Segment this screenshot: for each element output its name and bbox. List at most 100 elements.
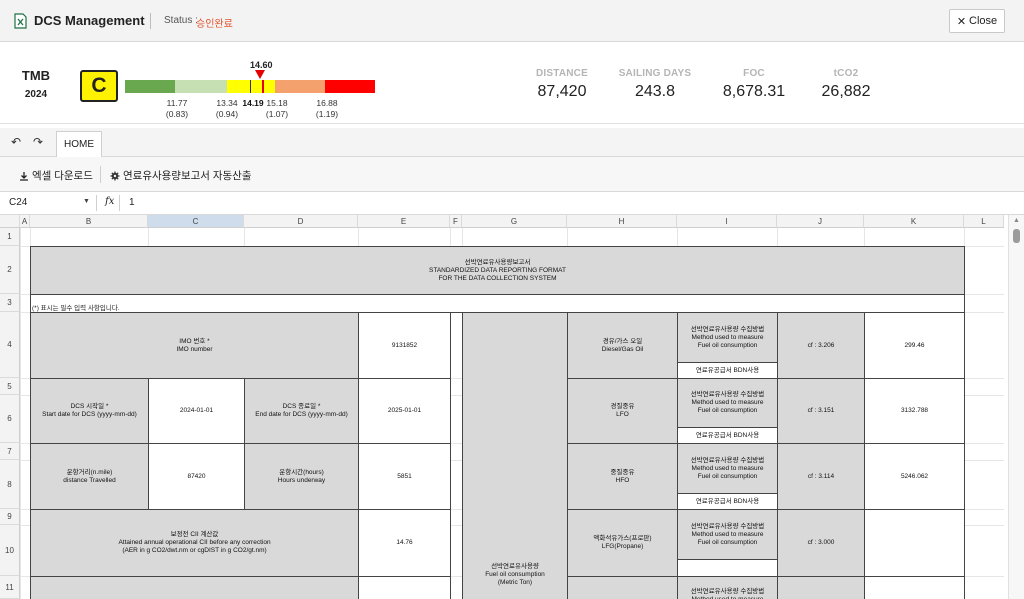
formula-input[interactable]: 1 [129, 197, 135, 208]
row-header-8[interactable]: 8 [0, 460, 20, 509]
fuel-value-cell[interactable]: 299.46 [864, 312, 965, 379]
grid-line [20, 228, 21, 599]
chevron-down-icon[interactable]: ▼ [83, 198, 90, 205]
fuel-method-cell[interactable]: 선박연료유사용량 수집방법 Method used to measure Fuel … [677, 312, 778, 363]
next-value-cell[interactable] [358, 576, 451, 599]
row-header-2[interactable]: 2 [0, 246, 20, 294]
fuel-method-value-cell[interactable]: 연료유공급서 BDN사용 [677, 427, 778, 444]
end-date-value-cell[interactable]: 2025-01-01 [358, 378, 451, 444]
next-label-cell[interactable] [30, 576, 359, 599]
scroll-thumb[interactable] [1013, 229, 1020, 243]
excel-download-button[interactable]: 엑셀 다운로드 [19, 168, 93, 183]
tick-ratio: (0.83) [165, 109, 189, 119]
fuel-method-cell[interactable]: 선박연료유사용량 수집방법 Method used to measure Fuel … [677, 509, 778, 560]
column-header-i[interactable]: I [677, 215, 777, 228]
fuel-method-value-cell[interactable] [677, 559, 778, 577]
stat-label: tCO2 [833, 68, 859, 79]
fuel-cf-cell[interactable]: cf : 3.206 [777, 312, 865, 379]
start-date-value-cell[interactable]: 2024-01-01 [148, 378, 245, 444]
column-header-f[interactable]: F [450, 215, 462, 228]
column-header-g[interactable]: G [462, 215, 567, 228]
fuel-consumption-group-cell[interactable]: 선박연료유사용량 Fuel oil consumption (Metric Ton) [462, 312, 568, 599]
cell-text: Start date for DCS (yyyy-mm-dd) [42, 411, 137, 418]
cell-text: 선박연료유사용량 수집방법 [690, 456, 765, 464]
tab-home[interactable]: HOME [56, 131, 102, 157]
end-date-label-cell[interactable]: DCS 종료일 * End date for DCS (yyyy-mm-dd) [244, 378, 359, 444]
function-icon[interactable]: fx [105, 196, 114, 207]
column-header-a[interactable]: A [20, 215, 30, 228]
fuel-value-cell[interactable]: 3132.788 [864, 378, 965, 444]
row-header-11[interactable]: 11 [0, 576, 20, 599]
start-date-label-cell[interactable]: DCS 시작일 * Start date for DCS (yyyy-mm-dd) [30, 378, 149, 444]
select-all-corner[interactable] [0, 215, 20, 228]
fuel-method-cell[interactable]: 선박연료유사용량 수집방법 Method used to measure Fuel … [677, 443, 778, 494]
close-button[interactable]: ✕ Close [949, 9, 1005, 33]
ship-info: TMB 2024 [8, 66, 64, 110]
cii-pointer-marker [255, 70, 265, 79]
fuel-cf-cell[interactable]: cf : 3.114 [777, 443, 865, 510]
column-header-e[interactable]: E [358, 215, 450, 228]
row-header-4[interactable]: 4 [0, 312, 20, 378]
cell-text: End date for DCS (yyyy-mm-dd) [255, 411, 348, 418]
hours-label-cell[interactable]: 운항시간(hours) Hours underway [244, 443, 359, 510]
hours-value-cell[interactable]: 5851 [358, 443, 451, 510]
fuel-name-cell[interactable]: 액화석유가스(프로판) LFG(Propane) [567, 509, 678, 577]
cell-text: 선박연료유사용량보고서 [464, 258, 531, 266]
column-header-k[interactable]: K [864, 215, 964, 228]
formula-divider [96, 195, 97, 211]
auto-report-button[interactable]: 연료유사용량보고서 자동산출 [110, 168, 252, 183]
fuel-name-cell[interactable]: 경질중유 LFO [567, 378, 678, 444]
fuel-value-cell[interactable] [864, 576, 965, 599]
redo-button[interactable]: ↷ [33, 135, 43, 149]
cell-text: 선박연료유사용량 수집방법 [690, 588, 765, 595]
name-box[interactable]: C24 [9, 197, 27, 208]
cell-text: STANDARDIZED DATA REPORTING FORMAT [429, 266, 566, 274]
fuel-cf-cell[interactable] [777, 576, 865, 599]
column-header-l[interactable]: L [964, 215, 1004, 228]
row-header-3[interactable]: 3 [0, 294, 20, 312]
distance-value-cell[interactable]: 87420 [148, 443, 245, 510]
fuel-method-value-cell[interactable]: 연료유공급서 BDN사용 [677, 493, 778, 510]
row-header-7[interactable]: 7 [0, 443, 20, 460]
fuel-name-cell[interactable] [567, 576, 678, 599]
distance-label-cell[interactable]: 운항거리(n.mile) distance Travelled [30, 443, 149, 510]
row-header-6[interactable]: 6 [0, 395, 20, 443]
cell-text: 연료유공급서 BDN사용 [695, 366, 760, 374]
stat-value: 87,420 [537, 83, 587, 100]
fuel-value-cell[interactable] [864, 509, 965, 577]
imo-label-cell[interactable]: IMO 번호 * IMO number [30, 312, 359, 379]
row-header-5[interactable]: 5 [0, 378, 20, 395]
stat-tco2: tCO2 26,882 [796, 68, 896, 101]
scroll-up-icon[interactable]: ▲ [1013, 217, 1020, 224]
undo-button[interactable]: ↶ [11, 135, 21, 149]
column-header-c[interactable]: C [148, 215, 244, 228]
column-header-d[interactable]: D [244, 215, 358, 228]
formula-bar: C24 ▼ fx 1 [0, 192, 1024, 215]
spreadsheet-grid[interactable]: A B C D E F G H I J K L 1 2 3 4 5 6 7 8 9 10 11 선박연료유사용량보고서 STAN… [0, 215, 1024, 599]
cell-text: Diesel/Gas Oil [601, 345, 644, 353]
fuel-name-cell[interactable]: 중질중유 HFO [567, 443, 678, 510]
vertical-scrollbar[interactable]: ▲ [1008, 215, 1024, 599]
cell-text: Fuel oil consumption [485, 571, 545, 578]
ship-name: TMB [21, 68, 51, 83]
imo-value-cell[interactable]: 9131852 [358, 312, 451, 379]
row-header-9[interactable]: 9 [0, 509, 20, 525]
fuel-cf-cell[interactable]: cf : 3.000 [777, 509, 865, 577]
cii-value-cell[interactable]: 14.76 [358, 509, 451, 577]
cii-label-cell[interactable]: 보정전 CII 계산값 Attained annual operational C… [30, 509, 359, 577]
row-header-10[interactable]: 10 [0, 525, 20, 576]
column-header-j[interactable]: J [777, 215, 864, 228]
column-header-h[interactable]: H [567, 215, 677, 228]
row-header-1[interactable]: 1 [0, 228, 20, 246]
cii-grade-badge: C [80, 70, 118, 102]
fuel-method-value-cell[interactable]: 연료유공급서 BDN사용 [677, 362, 778, 379]
fuel-method-cell[interactable]: 선박연료유사용량 수집방법Method used to measure [677, 576, 778, 599]
fuel-method-cell[interactable]: 선박연료유사용량 수집방법 Method used to measure Fuel … [677, 378, 778, 428]
rating-band-b [175, 80, 227, 93]
rating-band-e [325, 80, 375, 93]
fuel-cf-cell[interactable]: cf : 3.151 [777, 378, 865, 444]
column-header-b[interactable]: B [30, 215, 148, 228]
fuel-value-cell[interactable]: 5246.062 [864, 443, 965, 510]
fuel-name-cell[interactable]: 경유/가스 오일 Diesel/Gas Oil [567, 312, 678, 379]
report-title-cell[interactable]: 선박연료유사용량보고서 STANDARDIZED DATA REPORTING F… [30, 246, 965, 295]
